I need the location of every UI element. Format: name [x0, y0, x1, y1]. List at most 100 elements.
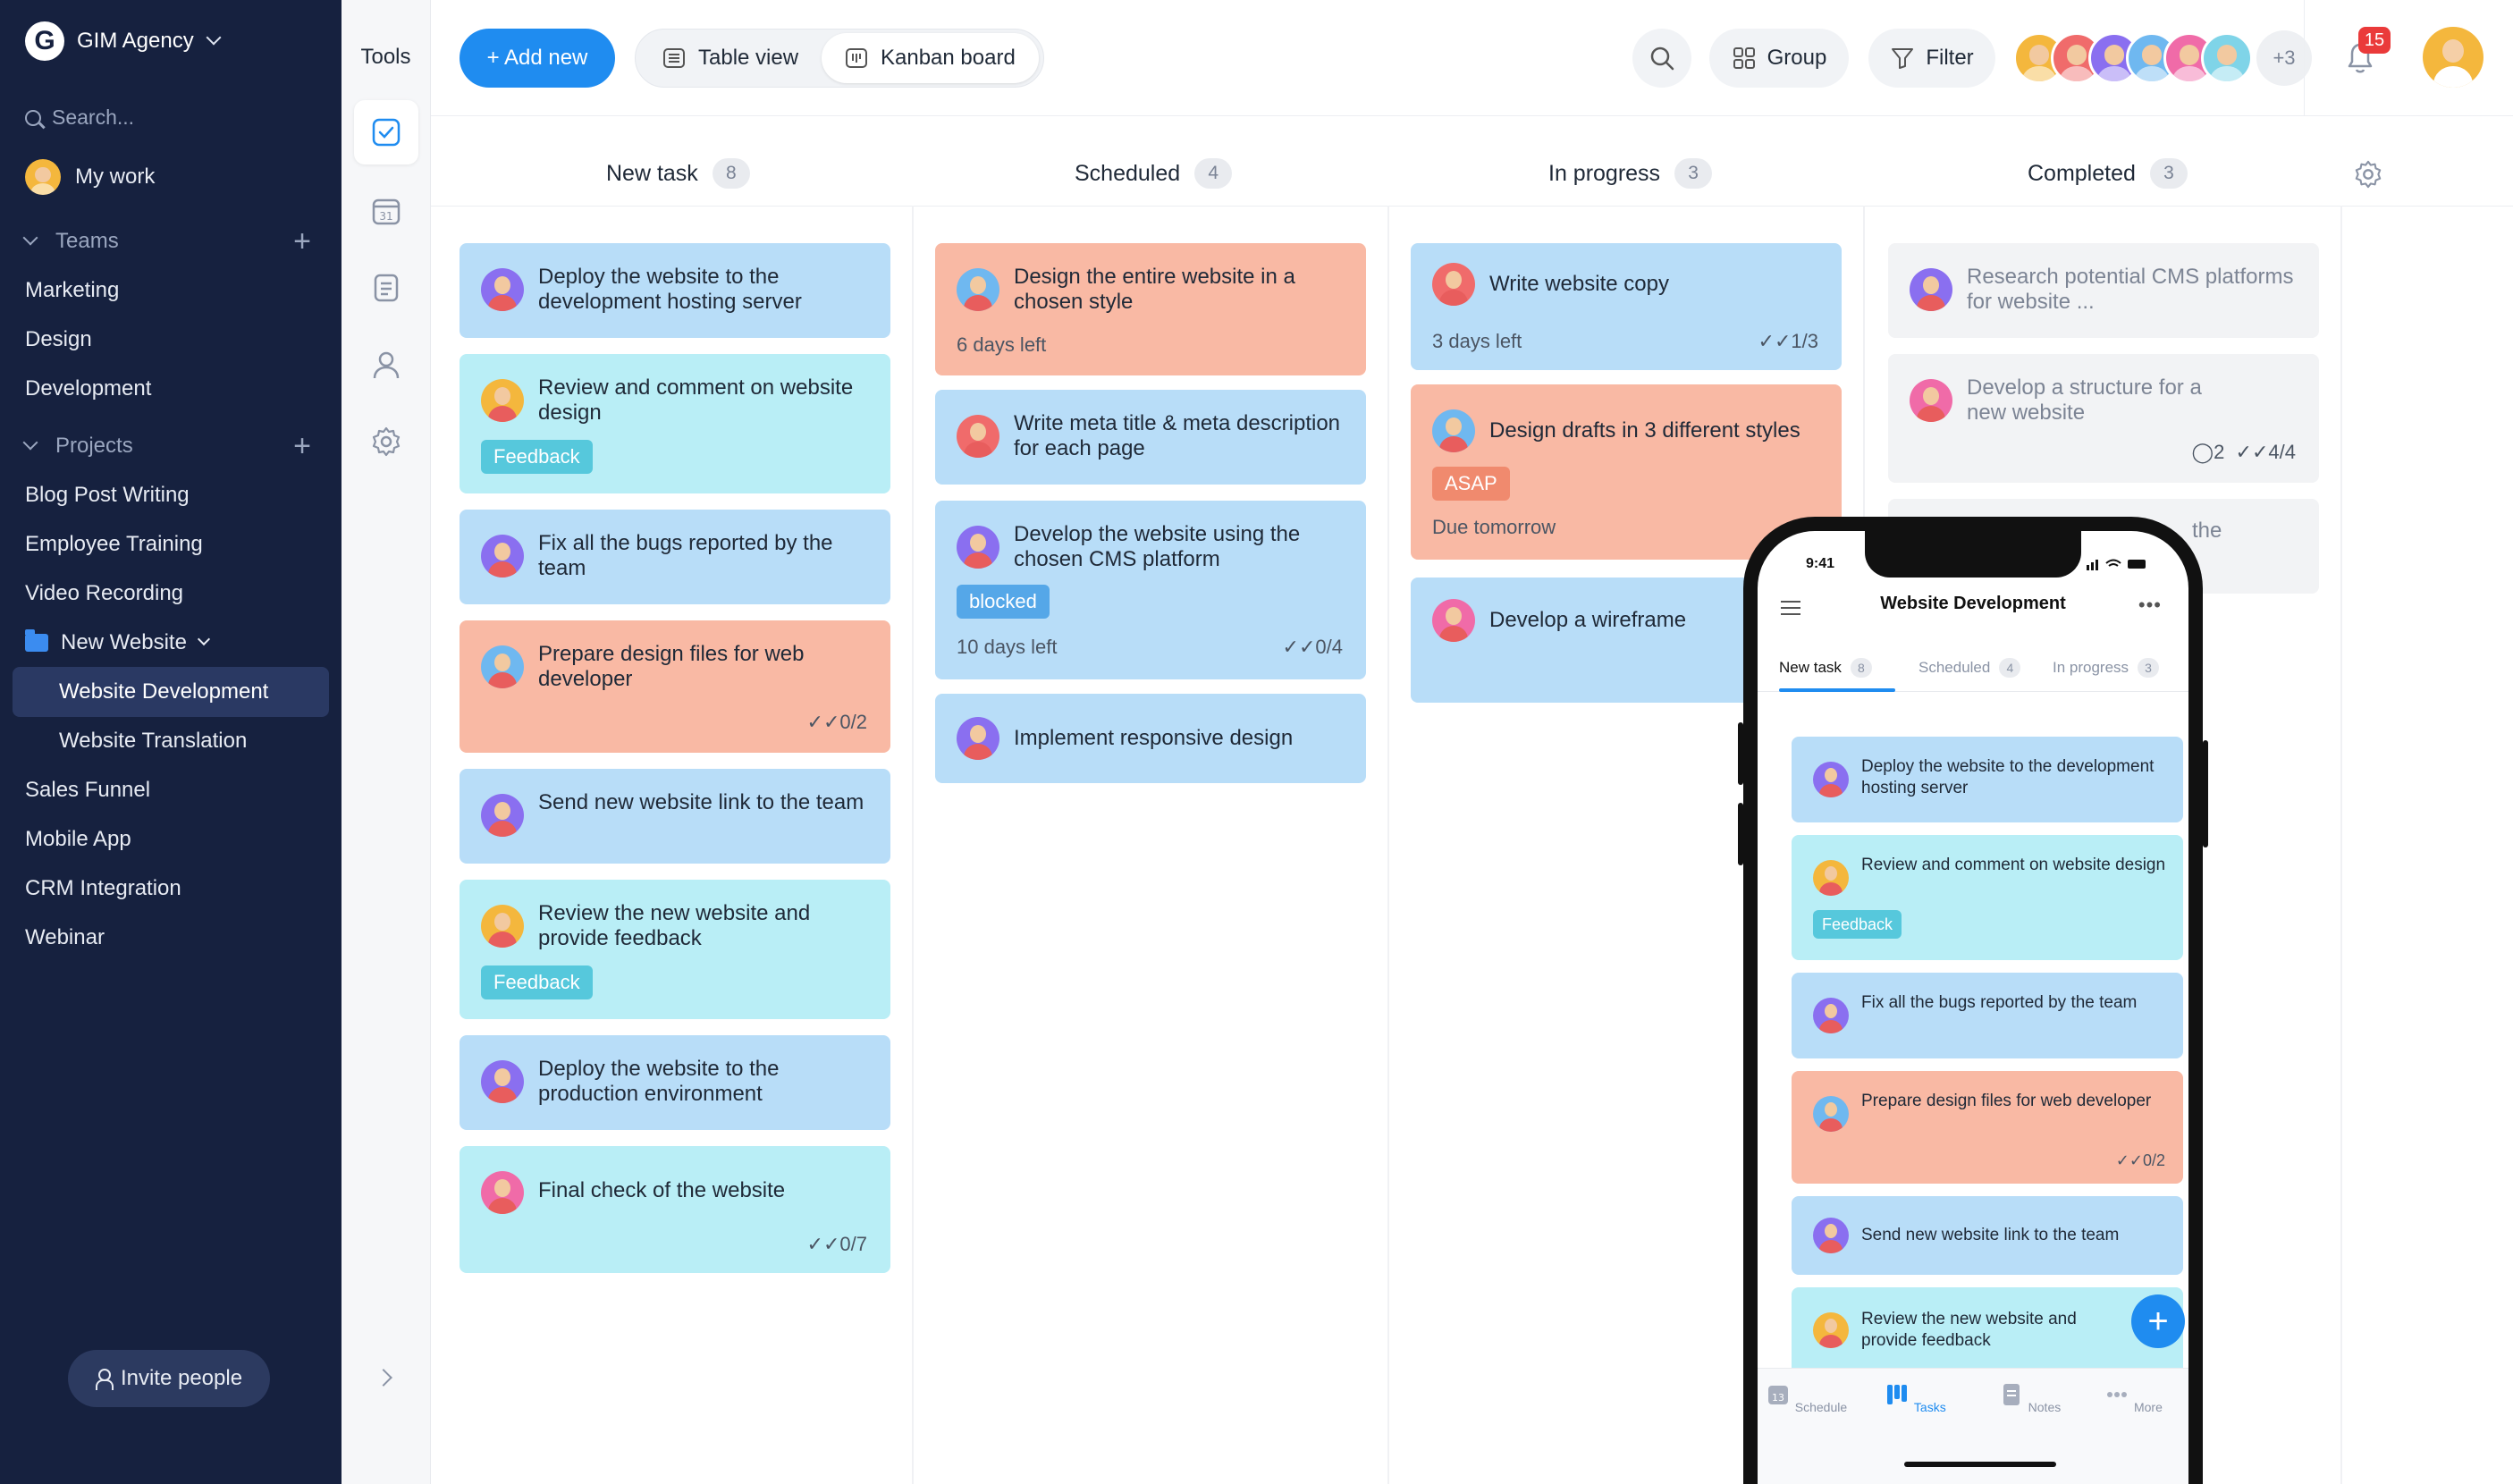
task-card[interactable]: Send new website link to the team [460, 769, 890, 864]
tag-asap: ASAP [1432, 467, 1510, 501]
sidebar-item-blog-post-writing[interactable]: Blog Post Writing [25, 477, 190, 513]
sidebar-item-webinar[interactable]: Webinar [25, 920, 105, 956]
comment-count: 2 [2214, 441, 2225, 463]
invite-label: Invite people [120, 1366, 243, 1390]
task-title: Develop the website using the chosen CMS… [1014, 522, 1301, 571]
phone-task-card[interactable]: Deploy the website to the development ho… [1792, 737, 2183, 822]
task-title: Research potential CMS platforms for web… [1967, 265, 2294, 314]
kanban-board-label: Kanban board [881, 46, 1016, 70]
task-title: the [2192, 519, 2222, 543]
more-options-icon[interactable]: ••• [2138, 594, 2162, 617]
sidebar-folder-new-website[interactable]: New Website [25, 625, 211, 661]
task-card[interactable]: Prepare design files for web developer ✓… [460, 620, 890, 753]
task-card[interactable]: Develop a structure for a new website ◯2… [1888, 354, 2319, 483]
filter-button[interactable]: Filter [1868, 29, 1995, 88]
phone-mockup: 9:41 Website Development ••• New task 8 S… [1738, 517, 2208, 1484]
home-indicator [1904, 1462, 2056, 1467]
sidebar-item-marketing[interactable]: Marketing [25, 273, 119, 308]
table-view-button[interactable]: Table view [639, 33, 822, 83]
tab-count: 3 [2138, 658, 2160, 678]
add-project-icon[interactable]: + [293, 429, 311, 464]
assignee-avatar [481, 535, 524, 578]
task-card[interactable]: Write website copy 3 days left ✓✓1/3 [1411, 243, 1842, 370]
task-card[interactable]: Review and comment on website design Fee… [460, 354, 890, 493]
tool-tasks[interactable] [354, 100, 418, 164]
projects-section-header[interactable]: Projects + [22, 428, 311, 464]
phone-tab-in-progress[interactable]: In progress 3 [2053, 658, 2160, 678]
phone-task-card[interactable]: Prepare design files for web developer ✓… [1792, 1071, 2183, 1184]
task-title: Design the entire website in a chosen st… [1014, 265, 1295, 314]
tool-calendar[interactable]: 31 [354, 179, 418, 243]
phone-tab-new-task[interactable]: New task 8 [1779, 658, 1872, 678]
filter-label: Filter [1926, 46, 1974, 70]
folder-icon [25, 629, 48, 652]
task-card[interactable]: Review the new website and provide feedb… [460, 880, 890, 1019]
member-avatar[interactable] [2201, 32, 2253, 84]
tool-contacts[interactable] [354, 333, 418, 397]
column-count: 8 [712, 158, 750, 189]
sidebar-item-design[interactable]: Design [25, 322, 92, 358]
board-settings-icon[interactable] [2353, 159, 2383, 190]
nav-notes[interactable]: Notes [1985, 1381, 2074, 1414]
task-title: Review the new website and provide feedb… [1861, 1310, 2077, 1350]
assignee-avatar [1813, 1096, 1849, 1132]
phone-tab-scheduled[interactable]: Scheduled 4 [1918, 658, 2021, 678]
task-card[interactable]: Deploy the website to the production env… [460, 1035, 890, 1130]
sidebar-item-crm-integration[interactable]: CRM Integration [25, 871, 181, 906]
my-work-avatar [25, 159, 61, 195]
sidebar-item-sales-funnel[interactable]: Sales Funnel [25, 772, 150, 808]
nav-label: Tasks [1913, 1400, 1946, 1414]
checklist-value: 0/2 [2142, 1151, 2165, 1169]
task-card[interactable]: Write meta title & meta description for … [935, 390, 1366, 485]
phone-task-card[interactable]: Review the new website and provide feedb… [1792, 1287, 2183, 1377]
team-members[interactable]: +3 [2013, 29, 2312, 88]
nav-tasks[interactable]: Tasks [1870, 1381, 1960, 1414]
invite-people-button[interactable]: Invite people [68, 1350, 270, 1407]
phone-task-card[interactable]: Fix all the bugs reported by the team [1792, 973, 2183, 1058]
column-divider [2340, 206, 2342, 1484]
tool-notes[interactable] [354, 256, 418, 320]
add-team-icon[interactable]: + [293, 224, 311, 259]
task-title: Deploy the website to the development ho… [538, 265, 802, 314]
sidebar-item-mobile-app[interactable]: Mobile App [25, 822, 131, 857]
workspace-switcher[interactable]: G GIM Agency [25, 20, 222, 63]
sidebar-item-video-recording[interactable]: Video Recording [25, 576, 183, 611]
tab-label: New task [1779, 659, 1842, 676]
phone-task-card[interactable]: Review and comment on website design Fee… [1792, 835, 2183, 960]
nav-more[interactable]: More [2088, 1381, 2178, 1414]
sidebar-search[interactable]: Search... [25, 105, 134, 130]
tool-settings[interactable] [354, 409, 418, 474]
teams-section-header[interactable]: Teams + [22, 223, 311, 259]
task-card[interactable]: Develop the website using the chosen CMS… [935, 501, 1366, 679]
assignee-avatar [1432, 263, 1475, 306]
assignee-avatar [1910, 268, 1952, 311]
assignee-avatar [957, 526, 999, 569]
checklist-value: 0/7 [839, 1233, 867, 1255]
sidebar-item-website-development[interactable]: Website Development [59, 674, 268, 710]
tag-feedback: Feedback [1813, 910, 1902, 939]
nav-schedule[interactable]: 13 Schedule [1761, 1381, 1851, 1414]
task-card[interactable]: Deploy the website to the development ho… [460, 243, 890, 338]
task-card[interactable]: Final check of the website ✓✓0/7 [460, 1146, 890, 1273]
task-card[interactable]: Fix all the bugs reported by the team [460, 510, 890, 604]
user-avatar[interactable] [2423, 27, 2483, 88]
task-card[interactable]: Design the entire website in a chosen st… [935, 243, 1366, 375]
folder-label: New Website [61, 630, 187, 654]
group-button[interactable]: Group [1709, 29, 1849, 88]
checklist-progress: ✓✓0/2 [2115, 1151, 2165, 1169]
status-icons [2087, 559, 2146, 570]
expand-rail-chevron-icon[interactable] [375, 1369, 392, 1387]
tag-blocked: blocked [957, 585, 1050, 619]
add-task-fab[interactable]: + [2131, 1294, 2185, 1348]
search-button[interactable] [1632, 29, 1691, 88]
task-card[interactable]: Implement responsive design [935, 694, 1366, 783]
sidebar-item-development[interactable]: Development [25, 371, 151, 407]
task-title: Deploy the website to the production env… [538, 1057, 780, 1106]
add-new-button[interactable]: + Add new [460, 29, 615, 88]
task-card[interactable]: Research potential CMS platforms for web… [1888, 243, 2319, 338]
my-work-link[interactable]: My work [25, 159, 155, 195]
sidebar-item-employee-training[interactable]: Employee Training [25, 527, 203, 562]
phone-task-card[interactable]: Send new website link to the team [1792, 1196, 2183, 1275]
sidebar-item-website-translation[interactable]: Website Translation [59, 723, 247, 759]
kanban-board-button[interactable]: Kanban board [822, 33, 1039, 83]
